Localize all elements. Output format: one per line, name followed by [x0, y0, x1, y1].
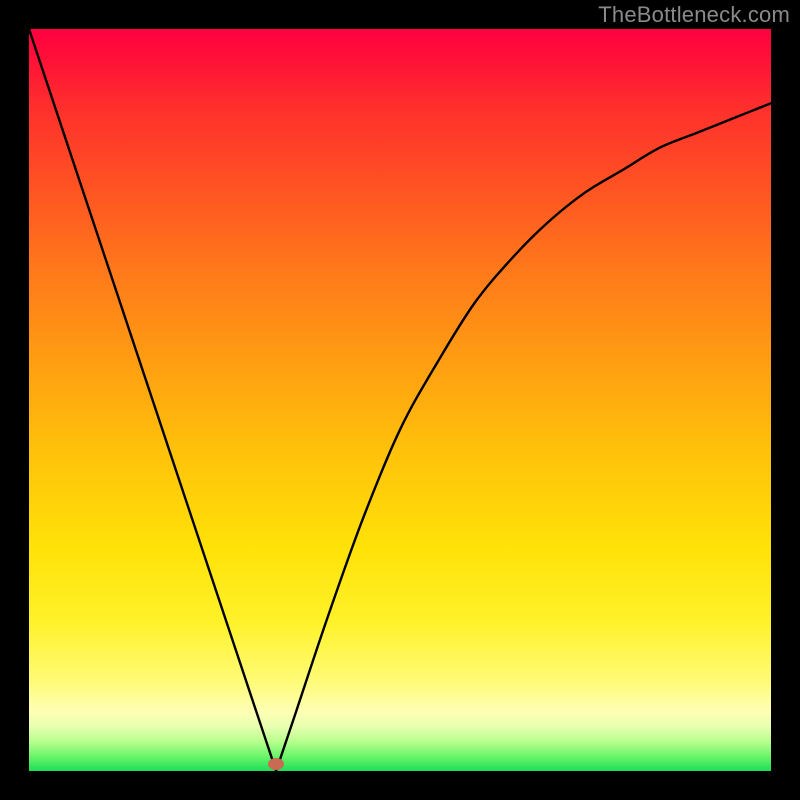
watermark-text: TheBottleneck.com — [598, 2, 790, 28]
plot-area — [29, 29, 771, 771]
minimum-marker — [268, 758, 284, 770]
chart-frame: TheBottleneck.com — [0, 0, 800, 800]
bottleneck-curve — [29, 29, 771, 771]
